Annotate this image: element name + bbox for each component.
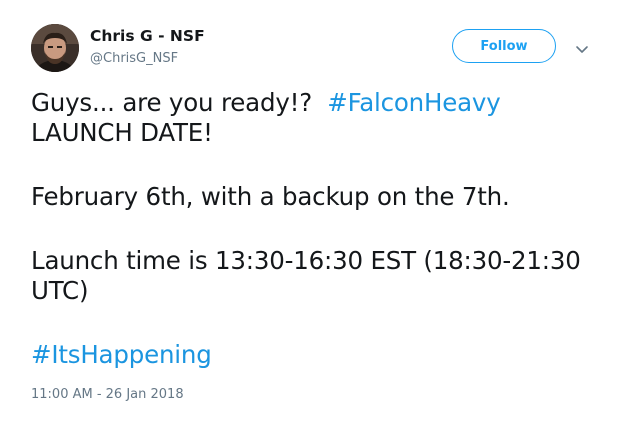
avatar[interactable] bbox=[31, 24, 79, 72]
tweet-card: Chris G - NSF @ChrisG_NSF Follow Guys...… bbox=[0, 0, 623, 430]
tweet-line-4: Launch time is 13:30-16:30 EST (18:30-21… bbox=[31, 246, 581, 305]
tweet-line-1: Guys... are you ready!? #FalconHeavy bbox=[31, 88, 601, 118]
hashtag-itshappening-link[interactable]: #ItsHappening bbox=[31, 340, 212, 369]
tweet-line-2: LAUNCH DATE! bbox=[31, 118, 213, 147]
author-display-name[interactable]: Chris G - NSF bbox=[90, 27, 205, 45]
hashtag-falconheavy-link[interactable]: #FalconHeavy bbox=[327, 88, 500, 117]
author-handle[interactable]: @ChrisG_NSF bbox=[90, 51, 178, 66]
profile-photo-icon bbox=[31, 24, 79, 72]
tweet-text-segment: Guys... are you ready!? bbox=[31, 88, 313, 117]
follow-button-label: Follow bbox=[480, 38, 528, 54]
tweet-line-5: #ItsHappening bbox=[31, 340, 601, 370]
tweet-timestamp[interactable]: 11:00 AM - 26 Jan 2018 bbox=[31, 387, 184, 402]
tweet-text: Guys... are you ready!? #FalconHeavy LAU… bbox=[31, 88, 601, 370]
tweet-line-3: February 6th, with a backup on the 7th. bbox=[31, 182, 510, 211]
chevron-down-icon[interactable] bbox=[575, 40, 589, 53]
follow-button[interactable]: Follow bbox=[452, 29, 556, 63]
